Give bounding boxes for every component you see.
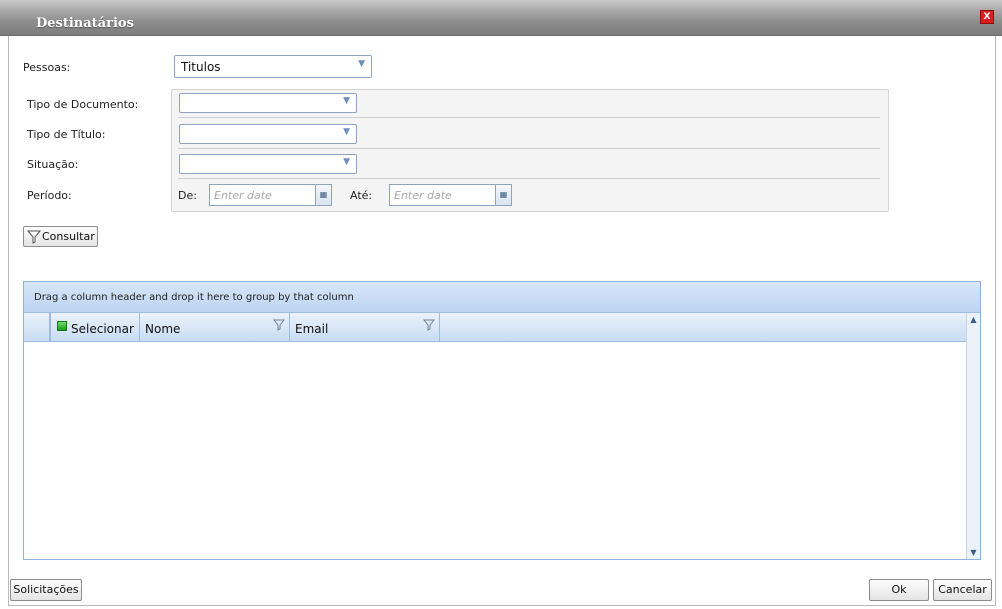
dropdown-arrow-icon: ▼: [343, 157, 350, 167]
dropdown-arrow-icon: ▼: [343, 127, 350, 137]
date-from-placeholder: Enter date: [214, 189, 272, 202]
title-bar[interactable]: Destinatários X: [0, 0, 1002, 36]
recipients-grid: Drag a column header and drop it here to…: [23, 281, 981, 560]
ate-label: Até:: [350, 189, 373, 202]
periodo-label: Período:: [27, 189, 72, 202]
tipo-documento-label: Tipo de Documento:: [27, 98, 139, 111]
column-title: Email: [295, 322, 329, 336]
separator: [178, 148, 880, 149]
consultar-button[interactable]: Consultar: [23, 226, 98, 247]
pessoas-label: Pessoas:: [23, 61, 71, 74]
ok-button[interactable]: Ok: [869, 579, 929, 601]
close-button[interactable]: X: [980, 10, 994, 24]
scroll-up-icon[interactable]: ▲: [967, 315, 980, 324]
tipo-titulo-dropdown[interactable]: ▼: [179, 124, 357, 144]
filter-icon: [27, 230, 41, 244]
group-panel[interactable]: Drag a column header and drop it here to…: [24, 282, 980, 313]
column-header-selecionar[interactable]: Selecionar: [51, 313, 140, 341]
filter-funnel-icon[interactable]: [273, 319, 285, 331]
separator: [178, 178, 880, 179]
calendar-icon[interactable]: ▦: [495, 185, 511, 205]
solicitacoes-button[interactable]: Solicitações: [10, 579, 82, 601]
column-title: Nome: [145, 322, 181, 336]
situacao-label: Situação:: [27, 158, 79, 171]
separator: [178, 117, 880, 118]
column-header-nome[interactable]: Nome: [140, 313, 290, 341]
date-to-placeholder: Enter date: [394, 189, 452, 202]
pessoas-dropdown[interactable]: Titulos ▼: [174, 55, 372, 78]
window-title: Destinatários: [36, 16, 134, 31]
date-to-input[interactable]: Enter date ▦: [389, 184, 512, 206]
consultar-label: Consultar: [42, 230, 95, 243]
pessoas-value: Titulos: [181, 60, 221, 74]
dropdown-arrow-icon: ▼: [343, 96, 350, 106]
tipo-titulo-label: Tipo de Título:: [27, 128, 106, 141]
de-label: De:: [178, 189, 197, 202]
grid-header: Selecionar Nome Email: [24, 313, 966, 342]
column-title: Selecionar: [71, 322, 134, 336]
date-from-input[interactable]: Enter date ▦: [209, 184, 332, 206]
column-header-email[interactable]: Email: [290, 313, 440, 341]
vertical-scrollbar[interactable]: ▲ ▼: [966, 313, 980, 559]
destinatarios-dialog: Destinatários X Pessoas: Titulos ▼ Tipo …: [0, 0, 1002, 609]
situacao-dropdown[interactable]: ▼: [179, 154, 357, 174]
calendar-icon[interactable]: ▦: [315, 185, 331, 205]
filter-funnel-icon[interactable]: [423, 319, 435, 331]
select-all-icon[interactable]: [57, 321, 67, 331]
row-indicator-column: [24, 313, 51, 341]
scroll-down-icon[interactable]: ▼: [967, 548, 980, 557]
tipo-documento-dropdown[interactable]: ▼: [179, 93, 357, 113]
cancelar-button[interactable]: Cancelar: [933, 579, 992, 601]
group-panel-text: Drag a column header and drop it here to…: [34, 292, 354, 303]
dropdown-arrow-icon: ▼: [358, 59, 365, 69]
